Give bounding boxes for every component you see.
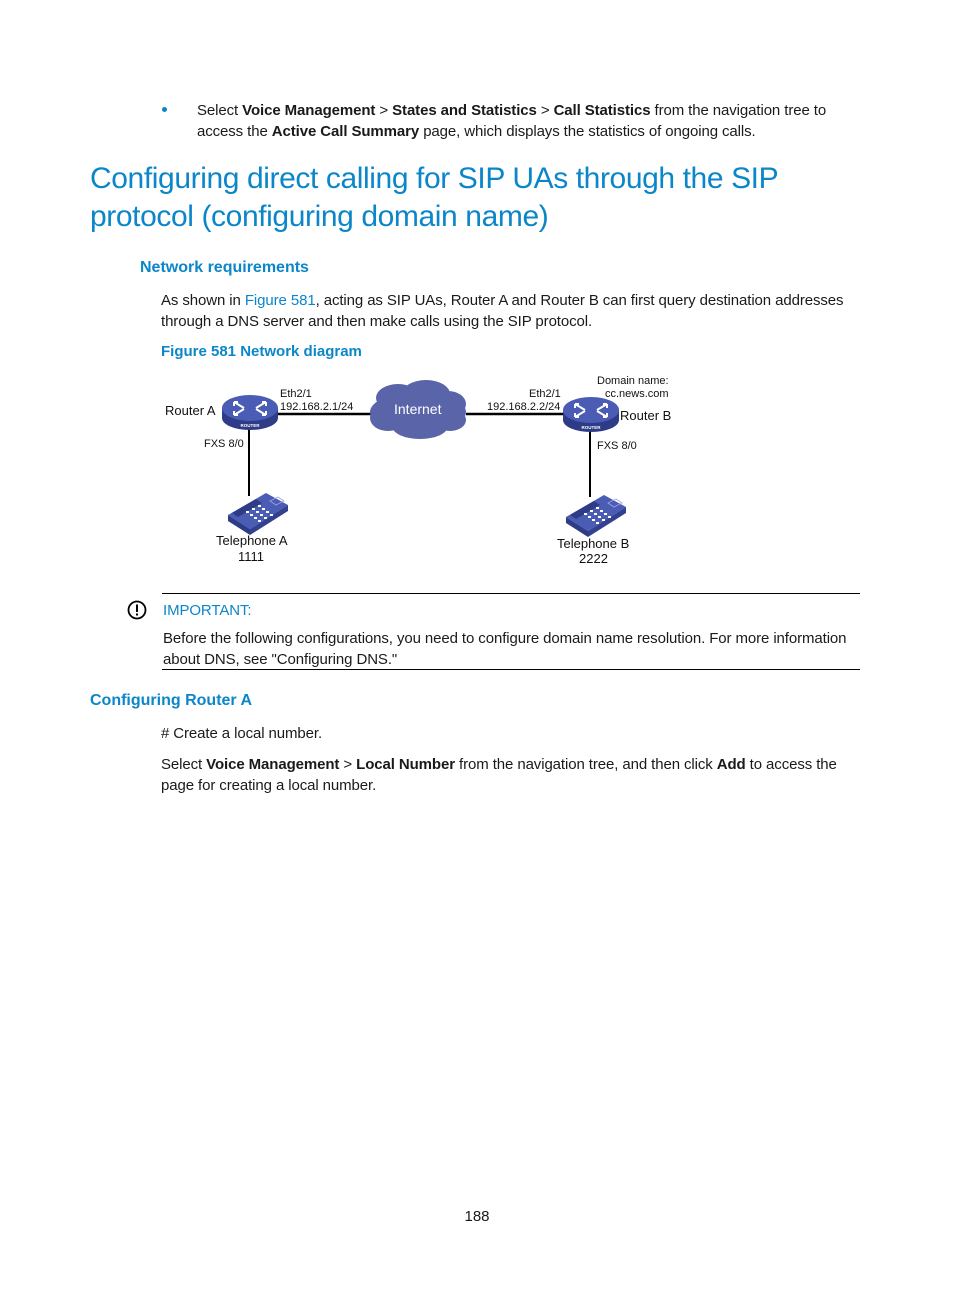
network-diagram: ROUTER ROUTER Router A Eth2/1 192.168.2.… [0,0,954,600]
router-a-label: Router A [165,403,216,418]
page-number: 188 [464,1208,490,1225]
telephone-a-number: 1111 [238,549,265,564]
add-button-reference: Add [716,756,746,773]
router-b-icon-text: ROUTER [582,425,602,430]
router-b-domain: cc.news.com [605,388,669,400]
router-b-icon: ROUTER [563,397,619,432]
router-b-label: Router B [620,408,672,423]
configuring-router-a-heading: Configuring Router A [90,692,253,709]
telephone-a-icon [228,493,288,535]
menu-path-voice-management: Voice Management [206,756,340,773]
note-bottom-divider [162,669,860,670]
router-a-icon: ROUTER [222,395,278,430]
text: Select [161,756,207,773]
router-a-ip: 192.168.2.1/24 [280,401,354,413]
important-text: Before the following configurations, you… [163,630,847,668]
telephone-b-number: 2222 [579,551,608,566]
important-icon [127,600,147,620]
router-b-domain-label: Domain name: [597,375,669,387]
telephone-a-label: Telephone A [216,533,288,548]
menu-path-local-number: Local Number [356,756,455,773]
router-b-ip: 192.168.2.2/24 [487,401,561,413]
router-a-icon-text: ROUTER [241,423,261,428]
telephone-b-icon [566,495,626,537]
router-a-interface: Eth2/1 [280,388,312,400]
router-a-fxs: FXS 8/0 [204,438,244,450]
internet-label: Internet [394,401,442,417]
note-top-divider [162,593,860,594]
telephone-b-label: Telephone B [557,536,630,551]
text: from the navigation tree, and then click [454,756,717,773]
step-select-local-number: Select Voice Management > Local Number f… [161,754,866,796]
network-diagram-svg: ROUTER ROUTER [222,380,626,537]
step-create-local-number: # Create a local number. [161,725,323,742]
router-b-fxs: FXS 8/0 [597,440,637,452]
separator: > [339,756,357,773]
router-b-interface: Eth2/1 [529,388,561,400]
important-label: IMPORTANT: [163,602,252,619]
